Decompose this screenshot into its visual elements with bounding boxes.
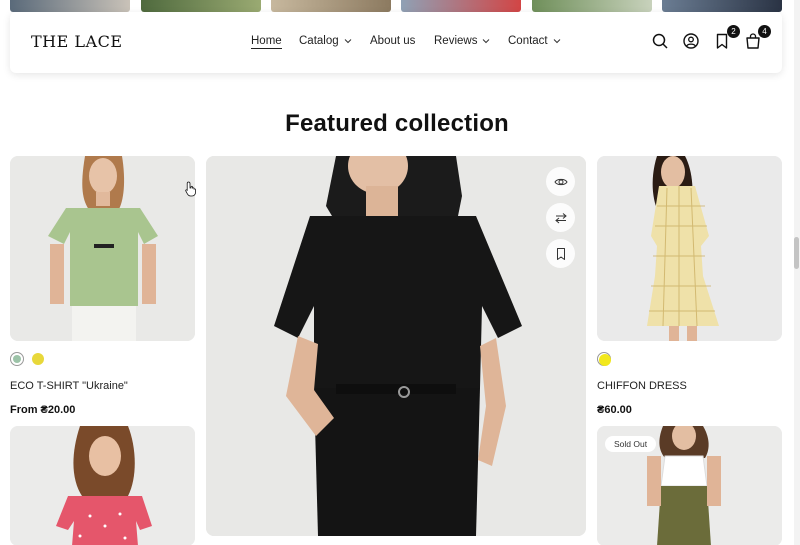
cart-count-badge: 4 — [758, 25, 771, 38]
strip-image-2 — [141, 0, 261, 12]
previous-section-image-strip — [0, 0, 800, 12]
nav-contact[interactable]: Contact — [508, 35, 562, 47]
chiffon-dress-model-image — [597, 156, 782, 341]
add-to-wishlist-button[interactable] — [546, 239, 575, 268]
nav-about[interactable]: About us — [370, 35, 415, 47]
product-price: From ₴20.00 — [10, 404, 76, 416]
cart-icon[interactable]: 4 — [743, 25, 771, 51]
compare-arrows-icon — [554, 212, 567, 223]
product-name[interactable]: CHIFFON DRESS — [597, 380, 687, 392]
scrollbar-thumb[interactable] — [794, 237, 799, 269]
product-image-pink-dress[interactable] — [10, 426, 195, 545]
wishlist-icon[interactable]: 2 — [712, 25, 740, 51]
strip-image-3 — [271, 0, 391, 12]
strip-image-4 — [401, 0, 521, 12]
nav-contact-label: Contact — [508, 35, 548, 47]
wishlist-count-badge: 2 — [727, 25, 740, 38]
color-swatch-mint[interactable] — [10, 352, 24, 366]
account-icon[interactable] — [681, 31, 701, 51]
nav-catalog[interactable]: Catalog — [299, 35, 353, 47]
nav-home[interactable]: Home — [251, 35, 282, 49]
logo[interactable]: THE LACE — [31, 32, 123, 51]
tshirt-model-image — [10, 156, 195, 341]
strip-image-6 — [662, 0, 782, 12]
nav-home-label: Home — [251, 35, 282, 47]
strip-image-1 — [10, 0, 130, 12]
bookmark-icon — [556, 247, 565, 260]
eye-icon — [553, 178, 568, 185]
product-price: ₴60.00 — [597, 404, 632, 416]
search-icon[interactable] — [650, 31, 670, 51]
color-swatch-yellow[interactable] — [597, 352, 611, 366]
chevron-down-icon — [344, 39, 351, 44]
section-title: Featured collection — [285, 110, 509, 137]
product-image-chiffon-dress[interactable] — [597, 156, 782, 341]
nav-reviews-label: Reviews — [434, 35, 478, 47]
hand-cursor-icon — [185, 181, 196, 197]
page-scrollbar[interactable] — [794, 0, 800, 545]
black-tshirt-model-image — [206, 156, 586, 536]
nav-reviews[interactable]: Reviews — [434, 35, 491, 47]
quick-view-button[interactable] — [546, 167, 575, 196]
product-image-eco-tshirt[interactable] — [10, 156, 195, 341]
strip-image-5 — [532, 0, 652, 12]
chevron-down-icon — [553, 39, 560, 44]
nav-catalog-label: Catalog — [299, 35, 339, 47]
nav-about-label: About us — [370, 35, 416, 47]
site-header: THE LACE Home Catalog About us Reviews C… — [10, 12, 782, 73]
product-name[interactable]: ECO T-SHIRT "Ukraine" — [10, 380, 128, 392]
pink-dress-model-image — [10, 426, 195, 545]
color-swatch-yellow[interactable] — [31, 352, 45, 366]
featured-product-image[interactable] — [206, 156, 586, 536]
chevron-down-icon — [483, 39, 490, 44]
compare-button[interactable] — [546, 203, 575, 232]
sold-out-badge: Sold Out — [605, 436, 657, 452]
